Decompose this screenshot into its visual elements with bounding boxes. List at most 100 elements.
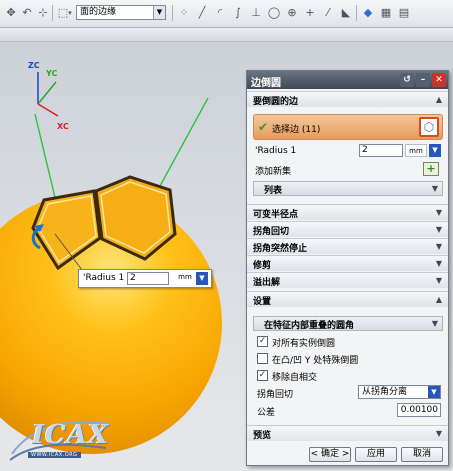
xc-axis — [37, 103, 59, 117]
toolbar-divider — [356, 5, 357, 21]
minimize-icon[interactable]: – — [416, 73, 430, 87]
secondary-toolbar — [0, 28, 453, 42]
chevron-down-icon[interactable]: ▼ — [153, 6, 165, 19]
arc-icon[interactable]: ◜ — [213, 6, 227, 20]
move-icon[interactable]: ✥ — [4, 6, 18, 20]
select-edge-label: 选择边 (11) — [272, 125, 321, 135]
selection-filter-value: 面的边缘 — [80, 7, 117, 17]
cube-icon[interactable]: ◆ — [361, 6, 375, 20]
yc-axis — [37, 81, 57, 105]
corner-setback-label: 拐角回切 — [257, 390, 294, 400]
section-overflow[interactable]: 溢出解 ▼ — [247, 272, 448, 288]
blend-all-instances-checkbox[interactable]: ✓ — [257, 336, 268, 347]
section-title: 修剪 — [253, 261, 272, 271]
special-y-blend-checkbox[interactable] — [257, 353, 268, 364]
chevron-down-icon[interactable]: ▼ — [434, 225, 444, 235]
radius-unit[interactable]: mm — [405, 144, 427, 157]
surface-icon[interactable]: ◣ — [339, 6, 353, 20]
add-new-set-button[interactable]: + — [423, 162, 439, 176]
radius-popup-value[interactable]: 2 — [127, 272, 169, 285]
yc-label: YC — [46, 69, 58, 78]
list-toggle[interactable]: 列表 ▼ — [253, 181, 443, 196]
section-variable-radius[interactable]: 可变半径点 ▼ — [247, 204, 448, 220]
dialog-titlebar[interactable]: 边倒圆 ↺ – ✕ — [247, 71, 448, 89]
hexagon-face-right — [94, 175, 177, 261]
chevron-down-icon[interactable]: ▼ — [434, 208, 444, 218]
chevron-down-icon[interactable]: ▼ — [434, 429, 444, 439]
chevron-down-icon[interactable]: ▼ — [434, 242, 444, 252]
corner-setback-select[interactable]: 从拐角分离 ▼ — [358, 385, 441, 399]
layer-icon[interactable]: ▤ — [397, 6, 411, 20]
dialog-title: 边倒圆 — [251, 78, 281, 89]
watermark-logo: ICAX — [32, 420, 110, 450]
apply-button[interactable]: 应用 — [355, 447, 397, 462]
toolbar-divider — [172, 5, 173, 21]
snap-icon[interactable]: ⊹ — [36, 6, 50, 20]
undo-icon[interactable]: ↶ — [20, 6, 34, 20]
check-icon: ✔ — [258, 120, 269, 134]
close-icon[interactable]: ✕ — [432, 73, 446, 87]
corner-setback-value: 从拐角分离 — [362, 387, 408, 397]
ok-button[interactable]: < 确定 > — [309, 447, 351, 462]
tolerance-input[interactable]: 0.00100 — [397, 403, 441, 417]
extend-icon[interactable]: ⁄ — [321, 6, 335, 20]
view-icon[interactable]: ▦ — [379, 6, 393, 20]
tangent-icon[interactable]: ⊕ — [285, 6, 299, 20]
section-title: 预览 — [253, 431, 272, 441]
normal-line-left — [34, 113, 59, 211]
checkbox-label: 对所有实例倒圆 — [272, 339, 336, 349]
section-corner-stop[interactable]: 拐角突然停止 ▼ — [247, 238, 448, 254]
chevron-down-icon[interactable]: ▼ — [432, 184, 438, 193]
edge-blend-dialog: 边倒圆 ↺ – ✕ 要倒圆的边 ▲ ✔ 选择边 (11) ⬡ 'Radius 1… — [246, 70, 449, 466]
add-new-set-label: 添加新集 — [255, 167, 292, 177]
section-title: 设置 — [253, 297, 272, 307]
icax-watermark: ICAX WWW.ICAX.ORG — [6, 414, 116, 466]
circle-icon[interactable]: ◯ — [267, 6, 281, 20]
chevron-down-icon[interactable]: ▼ — [434, 276, 444, 286]
curve-icon[interactable]: ∫ — [231, 6, 245, 20]
section-trim[interactable]: 修剪 ▼ — [247, 255, 448, 271]
xc-label: XC — [57, 122, 69, 131]
checkbox-label: 在凸/凹 Y 处特殊倒圆 — [272, 356, 359, 366]
section-title: 可变半径点 — [253, 210, 299, 220]
selection-filter-select[interactable]: 面的边缘 ▼ — [76, 5, 166, 20]
radius-label: 'Radius 1 — [255, 146, 297, 156]
section-corner-setback[interactable]: 拐角回切 ▼ — [247, 221, 448, 237]
chevron-down-icon[interactable]: ▼ — [429, 144, 441, 157]
main-toolbar: ✥ ↶ ⊹ ⬚ ▾ 面的边缘 ▼ ⁘ ╱ ◜ ∫ ⊥ ◯ ⊕ + ⁄ ◣ ◆ ▦… — [0, 0, 453, 28]
remove-self-intersection-checkbox[interactable]: ✓ — [257, 370, 268, 381]
section-title: 要倒圆的边 — [253, 97, 299, 107]
radius-popup-label: 'Radius 1 — [83, 273, 125, 283]
edge-selection-cube-icon[interactable]: ⬡ — [419, 117, 439, 137]
radius-popup-unit[interactable]: mm — [171, 273, 199, 281]
section-title: 拐角突然停止 — [253, 244, 308, 254]
section-settings[interactable]: 设置 ▲ — [247, 291, 448, 307]
reset-icon[interactable]: ↺ — [400, 73, 414, 87]
section-title: 溢出解 — [253, 278, 281, 288]
section-title: 拐角回切 — [253, 227, 290, 237]
overlap-blend-label: 在特征内部重叠的圆角 — [264, 321, 355, 331]
overlap-blend-toggle[interactable]: 在特征内部重叠的圆角 ▼ — [253, 316, 443, 331]
select-edge-row[interactable]: ✔ 选择边 (11) ⬡ — [253, 114, 443, 140]
chevron-down-icon[interactable]: ▼ — [432, 319, 438, 328]
list-label: 列表 — [264, 186, 283, 196]
chevron-down-icon[interactable]: ▼ — [434, 259, 444, 269]
zc-label: ZC — [28, 61, 40, 70]
radius-onscreen-input[interactable]: 'Radius 1 2 mm ▼ — [78, 269, 212, 288]
point-snap-icon[interactable]: ⁘ — [177, 6, 191, 20]
line-icon[interactable]: ╱ — [195, 6, 209, 20]
section-preview[interactable]: 预览 ▼ — [247, 425, 448, 441]
normal-icon[interactable]: ⊥ — [249, 6, 263, 20]
toolbar-divider — [52, 5, 53, 21]
dropdown-arrow-icon[interactable]: ▾ — [66, 6, 74, 20]
cancel-button[interactable]: 取消 — [401, 447, 443, 462]
radius-input[interactable]: 2 — [359, 144, 403, 157]
section-edges-to-blend[interactable]: 要倒圆的边 ▲ — [247, 91, 448, 107]
watermark-url: WWW.ICAX.ORG — [28, 452, 81, 458]
chevron-down-icon[interactable]: ▼ — [196, 272, 208, 285]
chevron-up-icon[interactable]: ▲ — [434, 95, 444, 105]
checkbox-label: 移除自相交 — [272, 373, 318, 383]
chevron-down-icon[interactable]: ▼ — [428, 386, 440, 398]
chevron-up-icon[interactable]: ▲ — [434, 295, 444, 305]
cross-icon[interactable]: + — [303, 6, 317, 20]
